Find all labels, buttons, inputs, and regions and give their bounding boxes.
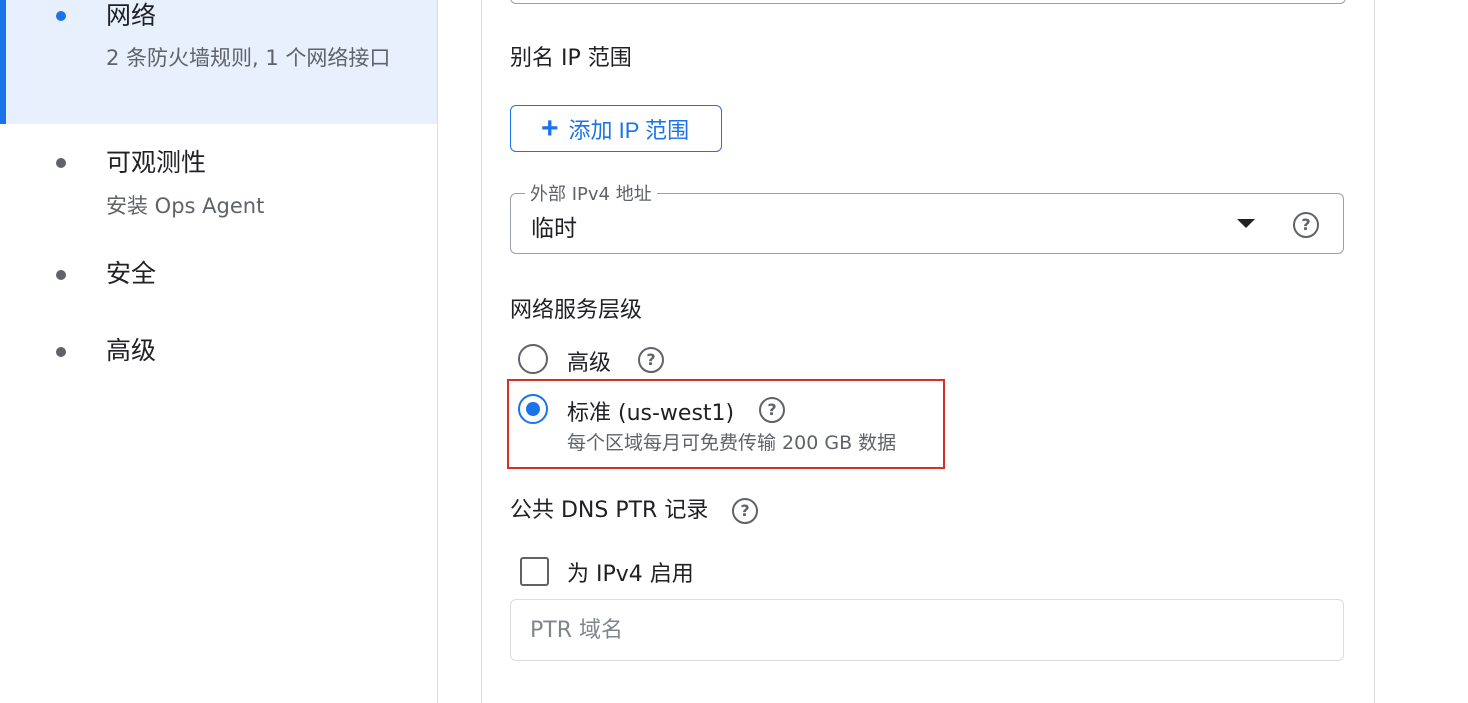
tier-premium-radio[interactable] [518,344,548,374]
network-interface-field[interactable] [510,0,1346,4]
sidebar-item-observability[interactable]: 可观测性 安装 Ops Agent [0,140,437,230]
enable-ipv4-label: 为 IPv4 启用 [567,562,694,587]
step-dot-icon [56,11,66,21]
help-icon[interactable]: ? [759,397,785,423]
sidebar-nav: 网络 2 条防火墙规则, 1 个网络接口 可观测性 安装 Ops Agent 安… [0,0,438,703]
sidebar-item-network[interactable]: 网络 2 条防火墙规则, 1 个网络接口 [0,0,437,124]
plus-icon: + [541,111,559,145]
external-ipv4-legend: 外部 IPv4 地址 [525,180,657,206]
sidebar-item-subtitle: 安装 Ops Agent [106,194,265,218]
sidebar-item-title: 安全 [106,259,157,288]
sidebar-item-advanced[interactable]: 高级 [0,330,437,380]
sidebar-item-subtitle: 2 条防火墙规则, 1 个网络接口 [106,46,391,70]
enable-ipv4-checkbox[interactable] [520,557,549,586]
help-icon[interactable]: ? [638,347,664,373]
chevron-down-icon [1237,219,1255,228]
tier-standard-radio[interactable] [518,394,548,424]
external-ipv4-select[interactable]: 外部 IPv4 地址 临时 ? [510,180,1344,254]
add-ip-range-button[interactable]: + 添加 IP 范围 [510,105,722,152]
step-dot-icon [56,347,66,357]
sidebar-item-title: 可观测性 [106,148,207,177]
add-ip-range-label: 添加 IP 范围 [568,117,690,143]
sidebar-item-title: 高级 [106,336,157,365]
alias-ip-label: 别名 IP 范围 [510,46,632,71]
active-indicator [0,0,6,124]
help-icon[interactable]: ? [732,498,758,524]
help-icon[interactable]: ? [1293,212,1319,238]
sidebar-item-title: 网络 [106,1,157,30]
tier-premium-label: 高级 [567,351,612,376]
step-dot-icon [56,270,66,280]
tier-standard-description: 每个区域每月可免费传输 200 GB 数据 [567,432,897,454]
tier-standard-label: 标准 (us-west1) [567,401,735,426]
sidebar-item-security[interactable]: 安全 [0,252,437,302]
step-dot-icon [56,158,66,168]
ptr-record-label: 公共 DNS PTR 记录 [510,498,709,523]
external-ipv4-value: 临时 [531,216,577,242]
ptr-domain-input[interactable] [510,599,1344,661]
network-tier-label: 网络服务层级 [510,298,643,323]
